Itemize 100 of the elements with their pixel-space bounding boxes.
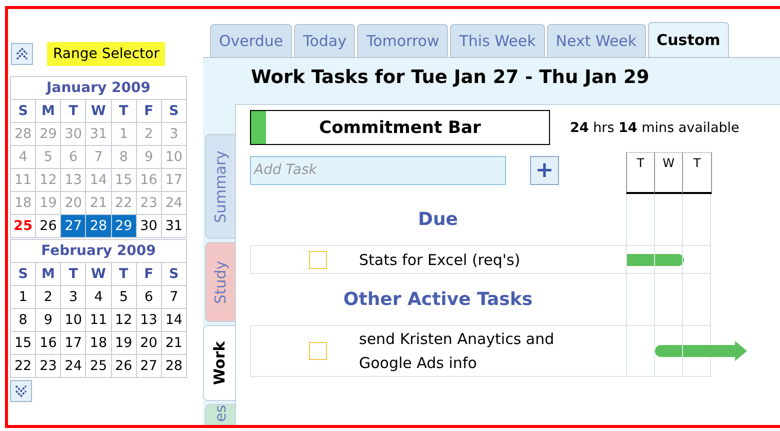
calendar-day[interactable]: 19 [111, 332, 136, 354]
calendar-day[interactable]: 28 [86, 214, 112, 238]
day-cell [682, 194, 711, 245]
weekday-header: S [161, 100, 186, 122]
calendar-day[interactable]: 28 [10, 122, 36, 146]
calendar-day[interactable]: 5 [111, 286, 136, 308]
checkbox[interactable] [309, 342, 327, 360]
calendar-day[interactable]: 5 [36, 146, 61, 168]
calendar-day[interactable]: 27 [60, 214, 86, 238]
calendar-day[interactable]: 30 [136, 214, 162, 238]
calendar-day[interactable]: 16 [136, 168, 162, 192]
weekday-header: T [111, 100, 136, 122]
calendar-day[interactable]: 8 [111, 146, 136, 168]
calendar-day[interactable]: 26 [111, 354, 136, 378]
side-tab[interactable]: es [205, 404, 235, 425]
calendar-day[interactable]: 29 [111, 214, 136, 238]
weekday-header: T [60, 262, 86, 286]
calendar-day[interactable]: 15 [111, 168, 136, 192]
calendar-day[interactable]: 18 [10, 192, 36, 214]
tab[interactable]: Today [294, 24, 356, 57]
double-chevron-up-icon [15, 47, 29, 61]
add-button[interactable]: + [530, 156, 559, 185]
calendar-day[interactable]: 7 [86, 146, 112, 168]
calendar-day[interactable]: 12 [36, 168, 61, 192]
calendar-day[interactable]: 7 [161, 286, 186, 308]
month-title: February 2009 [10, 240, 186, 262]
calendar-day[interactable]: 15 [10, 332, 36, 354]
calendar-day[interactable]: 11 [86, 308, 112, 332]
calendar-day[interactable]: 1 [10, 286, 36, 308]
availability-text: 24 hrs 14 mins available [570, 120, 740, 136]
calendar-day[interactable]: 24 [161, 192, 186, 214]
calendar-day[interactable]: 22 [10, 354, 36, 378]
calendar-day[interactable]: 17 [60, 332, 86, 354]
weekday-header: W [86, 262, 112, 286]
calendar-day[interactable]: 3 [60, 286, 86, 308]
calendar-day[interactable]: 10 [60, 308, 86, 332]
calendar-day[interactable]: 25 [86, 354, 112, 378]
calendar-day[interactable]: 8 [10, 308, 36, 332]
calendar-day[interactable]: 10 [161, 146, 186, 168]
tab[interactable]: This Week [450, 24, 545, 57]
calendar-day[interactable]: 31 [161, 214, 186, 238]
calendar-day[interactable]: 29 [36, 122, 61, 146]
calendar-day[interactable]: 25 [10, 214, 36, 238]
calendar-day[interactable]: 26 [36, 214, 61, 238]
calendar-day[interactable]: 3 [161, 122, 186, 146]
calendar-day[interactable]: 13 [136, 308, 162, 332]
calendar-day[interactable]: 4 [86, 286, 112, 308]
panel-title: Work Tasks for Tue Jan 27 - Thu Jan 29 [250, 66, 650, 90]
calendar-day[interactable]: 9 [136, 146, 162, 168]
calendar-day[interactable]: 2 [36, 286, 61, 308]
calendar-day[interactable]: 22 [111, 192, 136, 214]
tab[interactable]: Next Week [546, 24, 646, 57]
calendar-day[interactable]: 11 [10, 168, 36, 192]
side-tab[interactable]: Work [203, 325, 235, 401]
calendar-day[interactable]: 21 [161, 332, 186, 354]
range-selector-label: Range Selector [47, 42, 166, 66]
calendar-day[interactable]: 14 [161, 308, 186, 332]
month-title: January 2009 [10, 76, 186, 100]
scroll-down-button[interactable] [10, 380, 32, 402]
calendar-day[interactable]: 28 [161, 354, 186, 378]
task-text: Stats for Excel (req's) [359, 250, 522, 270]
calendar-day[interactable]: 4 [10, 146, 36, 168]
calendar-day[interactable]: 6 [136, 286, 162, 308]
calendar-day[interactable]: 23 [36, 354, 61, 378]
calendar-day[interactable]: 27 [136, 354, 162, 378]
calendar-day[interactable]: 14 [86, 168, 112, 192]
calendar-day[interactable]: 18 [86, 332, 112, 354]
tab[interactable]: Custom [648, 22, 730, 57]
weekday-header: T [111, 262, 136, 286]
tab[interactable]: Overdue [210, 24, 292, 57]
calendar-day[interactable]: 1 [111, 122, 136, 146]
calendar-day[interactable]: 20 [136, 332, 162, 354]
side-tab[interactable]: Study [205, 242, 235, 322]
weekday-header: S [10, 100, 36, 122]
calendar-day[interactable]: 6 [60, 146, 86, 168]
weekday-header: T [60, 100, 86, 122]
calendar-day[interactable]: 12 [111, 308, 136, 332]
checkbox[interactable] [309, 250, 327, 268]
calendar-day[interactable]: 21 [86, 192, 112, 214]
calendar-day[interactable]: 16 [36, 332, 61, 354]
calendar-day[interactable]: 30 [60, 122, 86, 146]
calendar-day[interactable]: 13 [60, 168, 86, 192]
weekday-header: S [10, 262, 36, 286]
tab[interactable]: Tomorrow [357, 24, 448, 57]
calendar-day[interactable]: 2 [136, 122, 162, 146]
commitment-bar: Commitment Bar [250, 110, 550, 145]
calendar-day[interactable]: 9 [36, 308, 61, 332]
add-task-field[interactable]: Add Task [250, 156, 506, 185]
calendar-day[interactable]: 19 [36, 192, 61, 214]
side-tab[interactable]: Summary [205, 134, 235, 239]
calendar-day[interactable]: 31 [86, 122, 112, 146]
scroll-up-button[interactable] [11, 43, 33, 65]
weekday-header: W [86, 100, 112, 122]
weekday-header: F [136, 262, 162, 286]
weekday-header: S [161, 262, 186, 286]
calendar-day[interactable]: 24 [60, 354, 86, 378]
weekday-header: M [36, 100, 61, 122]
calendar-day[interactable]: 23 [136, 192, 162, 214]
calendar-day[interactable]: 20 [60, 192, 86, 214]
calendar-day[interactable]: 17 [161, 168, 186, 192]
